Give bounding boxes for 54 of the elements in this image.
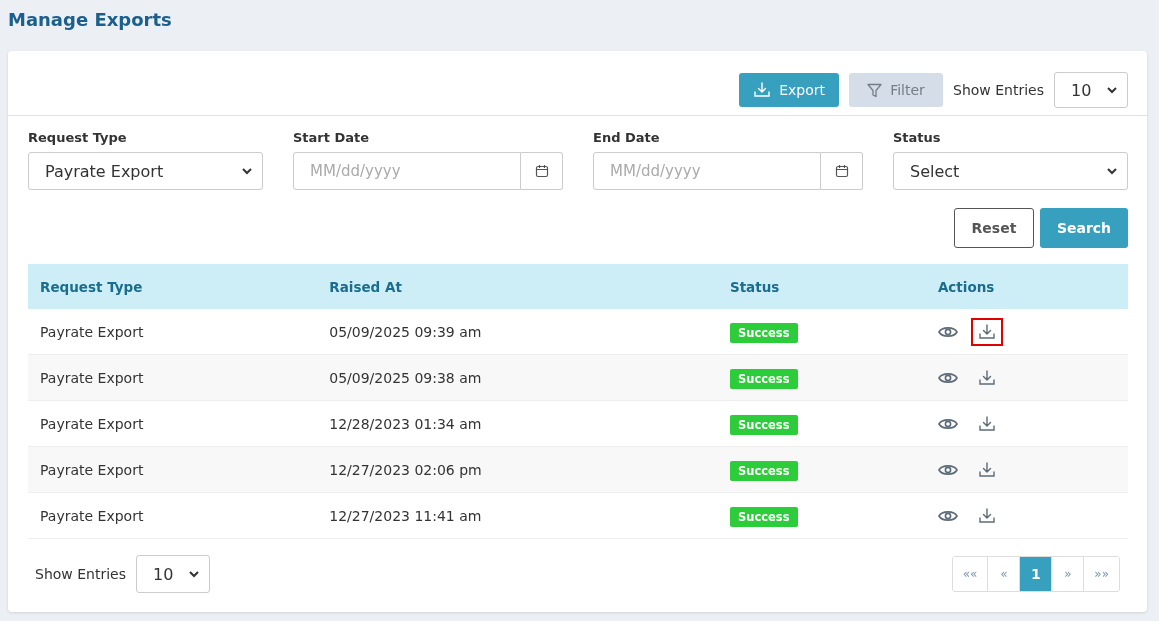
select-field[interactable]: Select [893, 152, 1128, 190]
calendar-button[interactable] [521, 152, 563, 190]
calendar-icon [534, 164, 549, 178]
page-button[interactable]: 1 [1019, 557, 1052, 591]
table-cell: 12/27/2023 11:41 am [317, 492, 718, 539]
chevron-icon [1107, 86, 1117, 94]
show-entries-label: Show Entries [35, 566, 126, 582]
table-cell: Payrate Export [28, 446, 318, 493]
column-header: Status [717, 264, 926, 309]
table-cell: 12/28/2023 01:34 am [317, 400, 718, 447]
select-field[interactable]: Payrate Export [28, 152, 263, 190]
status-badge: Success [729, 414, 798, 435]
column-header: Actions [925, 264, 1128, 309]
filter-label: End Date [593, 130, 661, 145]
eye-icon[interactable] [937, 462, 958, 477]
table-cell: 05/09/2025 09:39 am [317, 309, 718, 355]
search-button[interactable]: Search [1040, 208, 1128, 248]
table-cell: Payrate Export [28, 492, 318, 539]
table-cell: Payrate Export [28, 400, 318, 447]
funnel-icon [867, 82, 883, 98]
table-cell: 12/27/2023 02:06 pm [317, 446, 718, 493]
chevron-icon [189, 570, 199, 578]
eye-icon[interactable] [937, 370, 958, 385]
column-header: Raised At [317, 264, 718, 309]
filter-label: Start Date [293, 130, 371, 145]
entries-select[interactable]: 10 [1054, 72, 1128, 108]
chevron-icon [242, 167, 252, 175]
calendar-icon [834, 164, 849, 178]
table-cell: 05/09/2025 09:38 am [317, 354, 718, 401]
download-icon[interactable] [753, 81, 772, 99]
filter-label: Request Type [28, 130, 128, 145]
eye-icon[interactable] [937, 508, 958, 523]
show-entries-label: Show Entries [953, 82, 1044, 98]
export-button[interactable]: Export [739, 73, 839, 107]
date-field[interactable]: MM/dd/yyyy [593, 152, 821, 190]
table-cell: Payrate Export [28, 309, 318, 355]
page-button[interactable]: »» [1083, 557, 1119, 591]
page-title: Manage Exports [8, 8, 173, 32]
entries-select[interactable]: 10 [136, 555, 210, 593]
status-badge: Success [729, 506, 798, 527]
eye-icon[interactable] [937, 324, 958, 339]
filter-label: Status [893, 130, 942, 145]
eye-icon[interactable] [937, 416, 958, 431]
download-icon[interactable] [970, 317, 1003, 346]
chevron-icon [1107, 167, 1117, 175]
table-cell: Payrate Export [28, 354, 318, 401]
reset-button[interactable]: Reset [954, 208, 1034, 248]
status-badge: Success [729, 368, 798, 389]
calendar-button[interactable] [821, 152, 863, 190]
filter-button[interactable]: Filter [849, 73, 943, 107]
status-badge: Success [729, 322, 798, 343]
date-field[interactable]: MM/dd/yyyy [293, 152, 521, 190]
column-header: Request Type [28, 264, 318, 309]
status-badge: Success [729, 460, 798, 481]
